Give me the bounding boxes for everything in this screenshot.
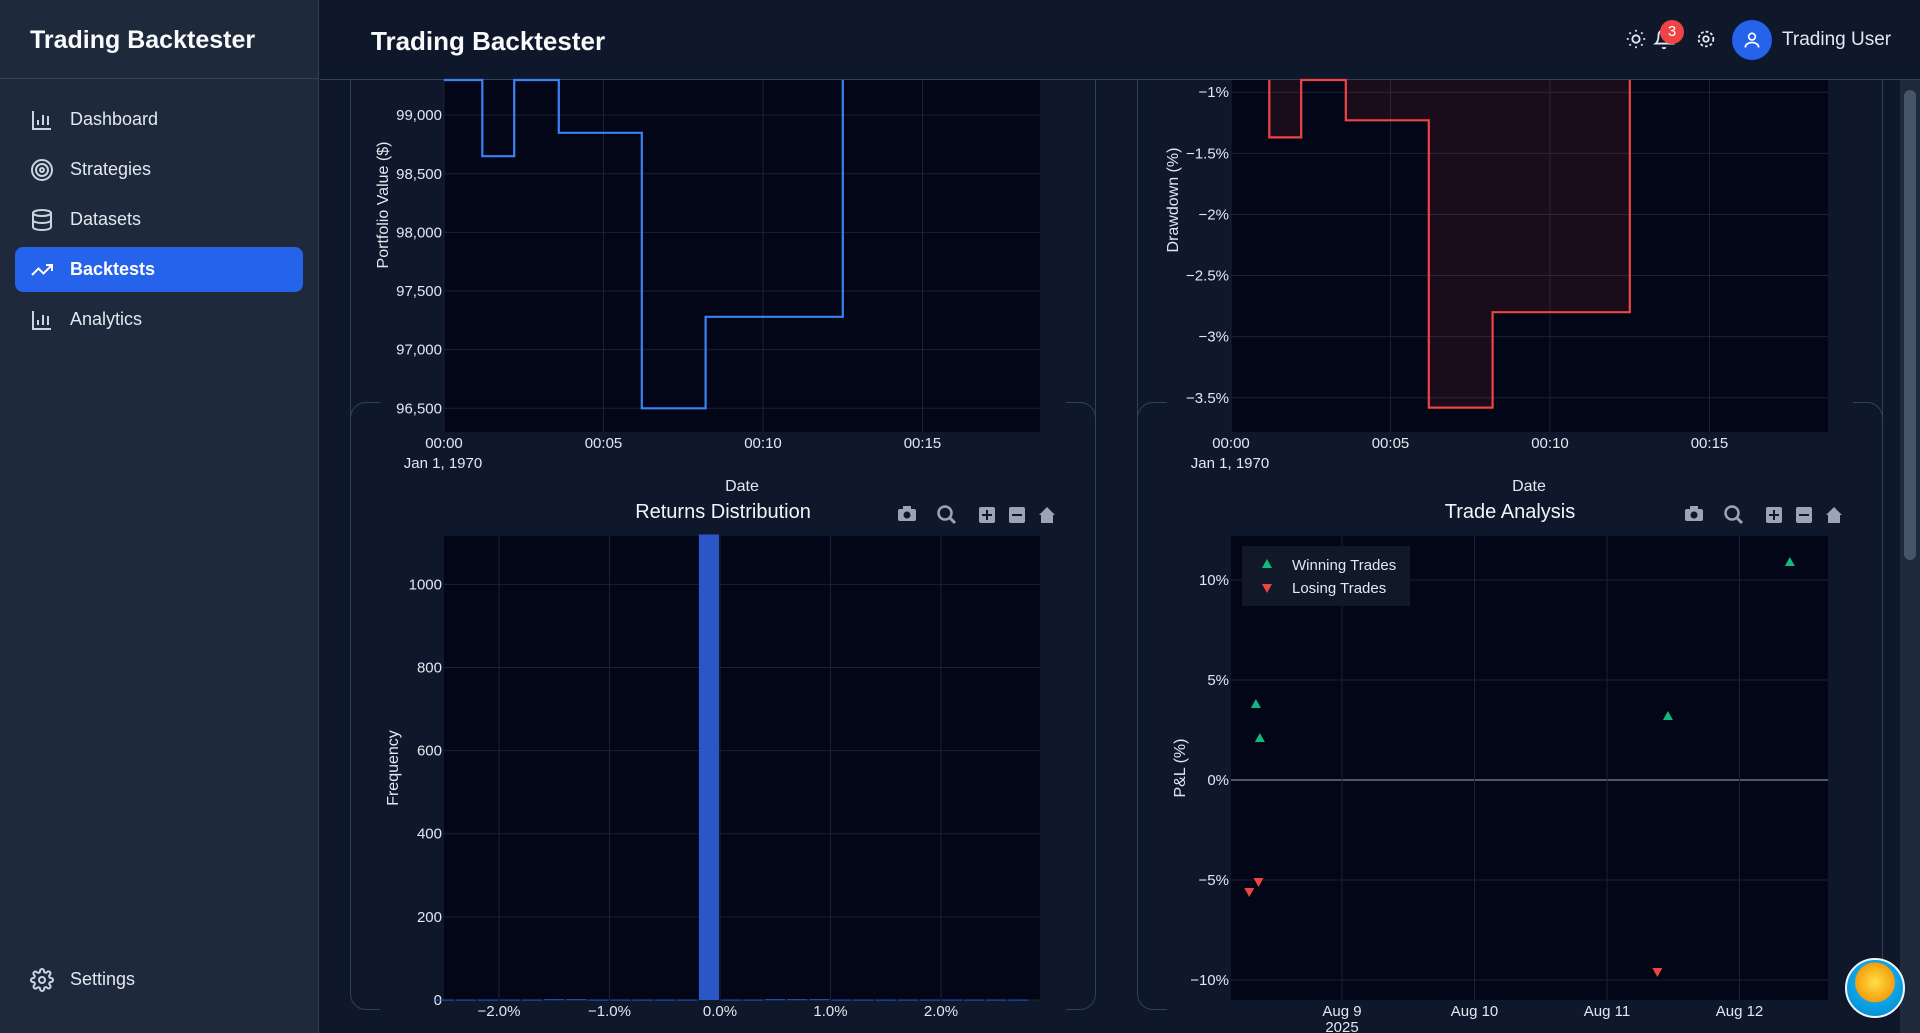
sidebar-item-backtests[interactable]: Backtests [15,247,303,292]
trending-up-icon [31,263,53,276]
sidebar-item-datasets[interactable]: Datasets [15,197,303,242]
portfolio-plot-area[interactable] [444,80,1040,432]
sun-icon[interactable] [1625,28,1647,50]
sidebar: Trading Backtester Dashboard Strategies … [0,0,319,1033]
sidebar-item-label: Strategies [70,159,152,179]
notification-badge: 3 [1660,20,1684,44]
avatar[interactable] [1732,20,1772,60]
sidebar-item-label: Backtests [70,259,156,279]
sidebar-item-label: Analytics [70,309,143,329]
sidebar-item-label: Dashboard [70,109,159,129]
sidebar-item-strategies[interactable]: Strategies [15,147,303,192]
bar-chart-icon [32,310,51,330]
brand-title: Trading Backtester [0,0,318,79]
sidebar-nav: Dashboard Strategies Datasets Backtests … [0,79,318,342]
page-title: Trading Backtester [371,26,606,56]
bar-chart-icon [32,110,51,130]
sidebar-item-label: Datasets [70,209,142,229]
sidebar-item-dashboard[interactable]: Dashboard [15,97,303,142]
gear-icon[interactable] [1695,28,1717,50]
top-header: Trading Backtester 3 Trading User [320,0,1920,80]
scrollbar-thumb[interactable] [1904,90,1916,560]
gear-icon [30,967,54,992]
returns-plot-area[interactable] [444,536,1040,1000]
trades-plot-area[interactable] [1231,536,1828,1000]
sidebar-item-analytics[interactable]: Analytics [15,297,303,342]
drawdown-plot-area[interactable] [1231,80,1828,432]
target-icon [31,158,53,181]
user-icon [1744,32,1760,48]
database-icon [32,208,52,231]
user-name[interactable]: Trading User [1782,29,1891,51]
sidebar-item-label: Settings [70,969,136,989]
sidebar-item-settings[interactable]: Settings [15,957,304,1002]
assistant-avatar-button[interactable] [1845,958,1905,1018]
